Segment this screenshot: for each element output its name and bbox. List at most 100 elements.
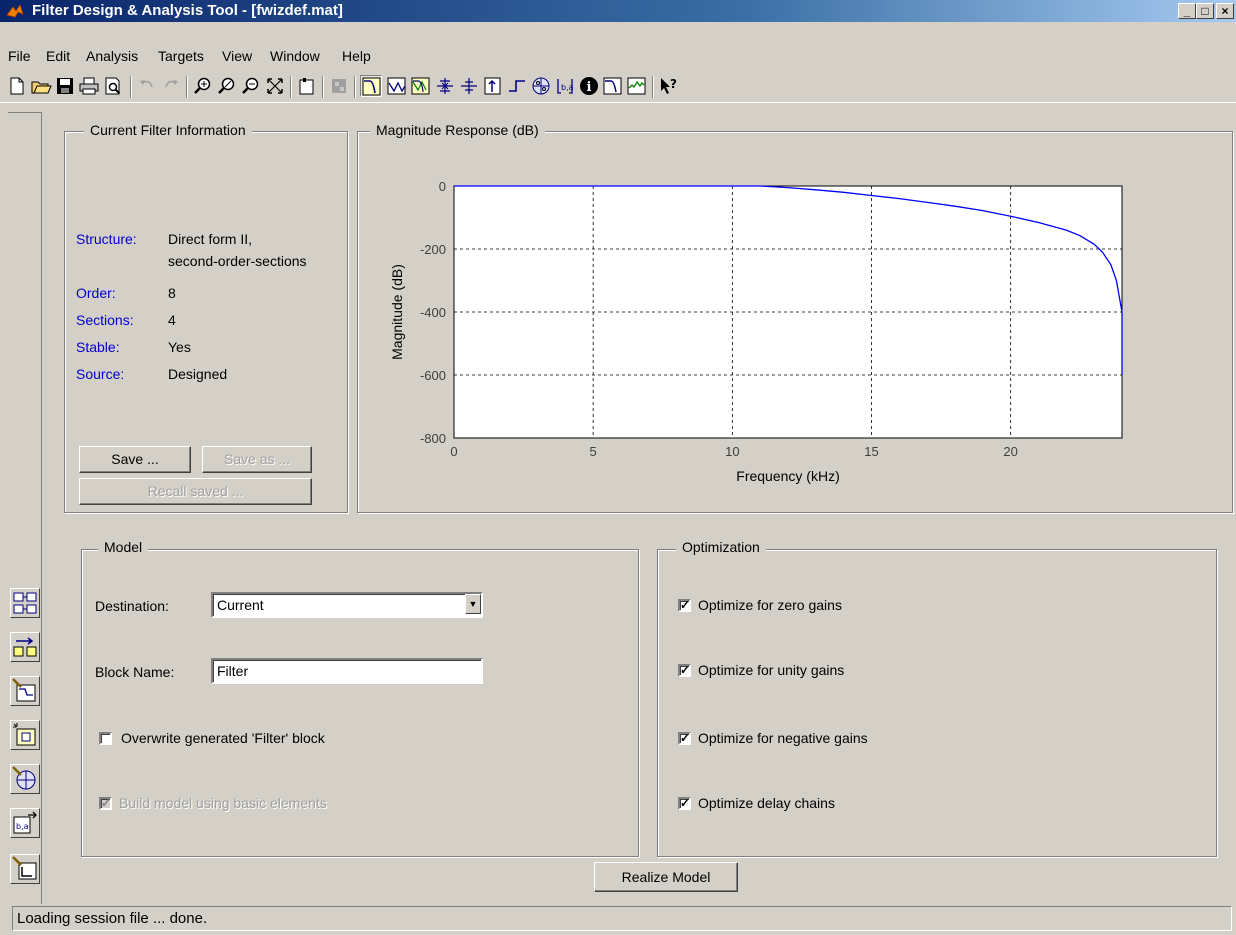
x-axis-label: Frequency (kHz) xyxy=(736,468,839,484)
optimize-zero-gains-checkbox[interactable]: ✓ xyxy=(678,599,691,612)
menu-targets[interactable]: Targets xyxy=(158,48,204,64)
magnitude-response-icon[interactable] xyxy=(360,75,382,97)
menu-view[interactable]: View xyxy=(222,48,252,64)
print-preview-icon[interactable] xyxy=(102,75,124,97)
convert-structure-icon[interactable] xyxy=(10,632,40,662)
pole-zero-editor-icon[interactable] xyxy=(10,764,40,794)
save-as-button[interactable]: Save as ... xyxy=(202,446,312,473)
matlab-icon xyxy=(6,4,24,18)
destination-label: Destination: xyxy=(95,598,169,614)
source-label: Source: xyxy=(76,366,125,382)
whats-this-icon[interactable]: ? xyxy=(658,75,680,97)
magnitude-estimate-icon[interactable] xyxy=(602,75,624,97)
realize-model-icon[interactable] xyxy=(10,720,40,750)
transform-filter-icon[interactable] xyxy=(10,588,40,618)
optimize-zero-gains-label: Optimize for zero gains xyxy=(698,597,842,613)
menu-help[interactable]: Help xyxy=(342,48,371,64)
multirate-icon[interactable] xyxy=(10,854,40,884)
magnitude-phase-icon[interactable] xyxy=(410,75,432,97)
overwrite-label: Overwrite generated 'Filter' block xyxy=(121,730,325,746)
y-tick-label: -200 xyxy=(420,242,446,257)
window-title: Filter Design & Analysis Tool - [fwizdef… xyxy=(32,2,343,19)
realize-model-button[interactable]: Realize Model xyxy=(594,862,738,892)
noise-power-icon[interactable] xyxy=(626,75,648,97)
model-legend: Model xyxy=(98,539,149,555)
x-tick-label: 20 xyxy=(1003,444,1017,459)
y-tick-label: -600 xyxy=(420,368,446,383)
new-file-icon[interactable] xyxy=(6,75,28,97)
optimize-delay-chains-label: Optimize delay chains xyxy=(698,795,835,811)
y-tick-label: 0 xyxy=(439,179,446,194)
toolbar-separator xyxy=(130,76,132,98)
step-response-icon[interactable] xyxy=(506,75,528,97)
y-tick-label: -400 xyxy=(420,305,446,320)
plot-area xyxy=(453,185,1123,439)
undo-icon[interactable] xyxy=(136,75,158,97)
x-tick-label: 5 xyxy=(590,444,597,459)
coefficients-icon[interactable]: b,a xyxy=(554,75,576,97)
structure-value-2: second-order-sections xyxy=(168,253,307,269)
open-folder-icon[interactable] xyxy=(30,75,52,97)
structure-label: Structure: xyxy=(76,231,137,247)
menu-analysis[interactable]: Analysis xyxy=(86,48,138,64)
toolbar-separator xyxy=(354,76,356,98)
optimize-negative-gains-checkbox[interactable]: ✓ xyxy=(678,732,691,745)
chevron-down-icon[interactable]: ▼ xyxy=(465,594,481,614)
stable-value: Yes xyxy=(168,339,191,355)
x-tick-label: 15 xyxy=(864,444,878,459)
source-value: Designed xyxy=(168,366,228,382)
pole-zero-icon[interactable] xyxy=(530,75,552,97)
svg-text:b,a: b,a xyxy=(16,822,29,831)
new-figure-icon[interactable] xyxy=(296,75,318,97)
filter-info-legend: Current Filter Information xyxy=(84,122,252,138)
build-basic-label: Build model using basic elements xyxy=(119,795,327,811)
phase-response-icon[interactable] xyxy=(386,75,408,97)
menu-file[interactable]: File xyxy=(8,48,31,64)
phase-delay-icon[interactable] xyxy=(458,75,480,97)
destination-value: Current xyxy=(217,597,264,613)
redo-icon[interactable] xyxy=(160,75,182,97)
toolbar: b,a i ? xyxy=(0,72,1236,103)
import-filter-icon[interactable]: b,a xyxy=(10,808,40,838)
title-bar[interactable]: Filter Design & Analysis Tool - [fwizdef… xyxy=(0,0,1236,22)
close-button[interactable]: × xyxy=(1216,3,1234,19)
print-icon[interactable] xyxy=(78,75,100,97)
toolbar-separator xyxy=(652,76,654,98)
sync-icon[interactable] xyxy=(328,75,350,97)
plot-panel-legend: Magnitude Response (dB) xyxy=(370,122,545,138)
save-icon[interactable] xyxy=(54,75,76,97)
menu-window[interactable]: Window xyxy=(270,48,320,64)
order-value: 8 xyxy=(168,285,176,301)
overwrite-checkbox[interactable] xyxy=(99,732,112,745)
y-tick-label: -800 xyxy=(420,431,446,446)
maximize-button[interactable]: □ xyxy=(1196,3,1214,19)
sections-value: 4 xyxy=(168,312,176,328)
optimize-unity-gains-checkbox[interactable]: ✓ xyxy=(678,664,691,677)
svg-text:?: ? xyxy=(670,77,677,91)
filter-info-icon[interactable]: i xyxy=(578,75,600,97)
block-name-input[interactable]: Filter xyxy=(211,658,483,684)
destination-select[interactable]: Current ▼ xyxy=(211,592,483,618)
recall-saved-button[interactable]: Recall saved ... xyxy=(79,478,312,505)
toolbar-separator xyxy=(186,76,188,98)
block-name-label: Block Name: xyxy=(95,664,175,680)
impulse-response-icon[interactable] xyxy=(482,75,504,97)
zoom-x-icon[interactable] xyxy=(240,75,262,97)
group-delay-icon[interactable] xyxy=(434,75,456,97)
svg-text:b,a: b,a xyxy=(561,83,574,92)
structure-value: Direct form II, xyxy=(168,231,253,247)
zoom-out-icon[interactable] xyxy=(216,75,238,97)
optimization-legend: Optimization xyxy=(676,539,766,555)
stable-label: Stable: xyxy=(76,339,120,355)
optimize-delay-chains-checkbox[interactable]: ✓ xyxy=(678,797,691,810)
design-filter-icon[interactable] xyxy=(10,676,40,706)
x-tick-label: 0 xyxy=(450,444,457,459)
svg-text:i: i xyxy=(587,80,592,95)
build-basic-checkbox[interactable]: ✓ xyxy=(99,797,112,810)
menu-edit[interactable]: Edit xyxy=(46,48,70,64)
full-view-icon[interactable] xyxy=(264,75,286,97)
minimize-button[interactable]: _ xyxy=(1178,3,1196,19)
optimize-negative-gains-label: Optimize for negative gains xyxy=(698,730,868,746)
save-button[interactable]: Save ... xyxy=(79,446,191,473)
zoom-in-icon[interactable] xyxy=(192,75,214,97)
